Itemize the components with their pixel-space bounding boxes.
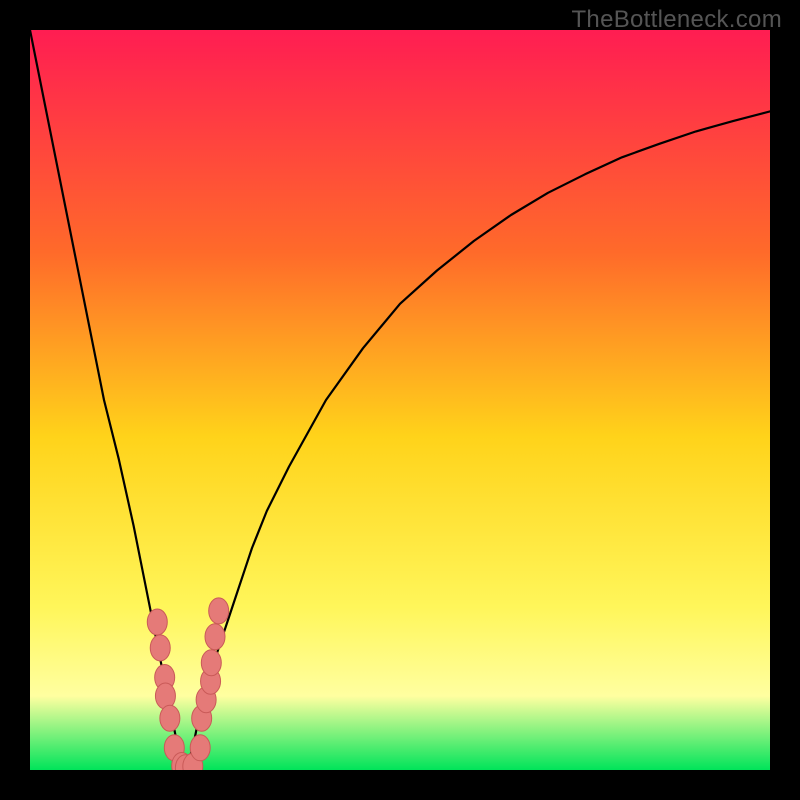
data-dot [150, 635, 170, 661]
data-dot [147, 609, 167, 635]
data-dot [190, 735, 210, 761]
gradient-background [30, 30, 770, 770]
bottleneck-chart [30, 30, 770, 770]
data-dot [209, 598, 229, 624]
data-dot [205, 624, 225, 650]
data-dot [201, 650, 221, 676]
data-dot [160, 705, 180, 731]
chart-frame: TheBottleneck.com [0, 0, 800, 800]
